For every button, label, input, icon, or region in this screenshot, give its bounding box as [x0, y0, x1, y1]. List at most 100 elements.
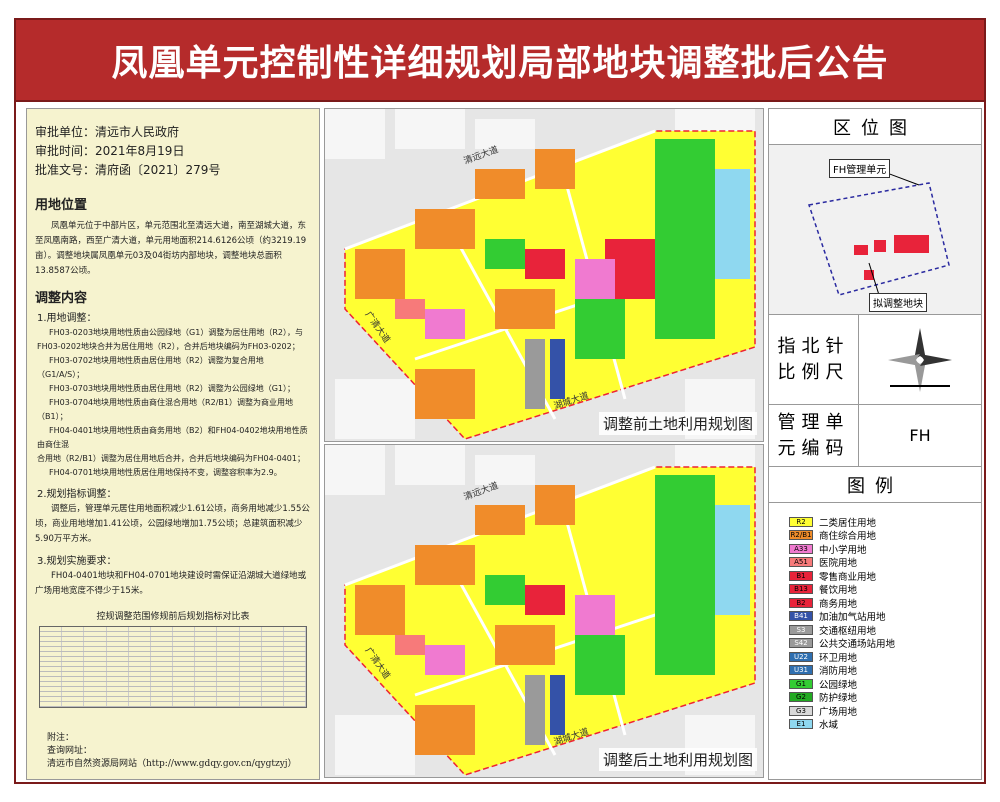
table-cell — [151, 652, 174, 656]
table-cell — [107, 642, 129, 646]
table-cell — [107, 667, 129, 671]
table-cell — [40, 652, 63, 656]
table-cell — [262, 647, 284, 651]
legend-heading: 图例 — [769, 467, 981, 503]
legend-item: R2/B1 商住综合用地 — [789, 529, 981, 543]
table-cell — [262, 682, 284, 686]
table-cell — [129, 637, 151, 641]
table-cell — [262, 657, 284, 661]
table-cell — [195, 627, 218, 631]
legend-swatch: U31 — [789, 665, 813, 676]
legend-swatch: U22 — [789, 651, 813, 662]
table-cell — [40, 647, 63, 651]
table-cell — [173, 657, 196, 661]
table-cell — [129, 627, 151, 631]
table-cell — [84, 687, 107, 691]
legend-item: E1 水域 — [789, 718, 981, 731]
table-cell — [151, 702, 174, 706]
table-cell — [173, 672, 196, 676]
table-cell — [84, 702, 107, 706]
table-cell — [62, 662, 85, 666]
legend-swatch: R2/B1 — [789, 530, 813, 541]
table-cell — [284, 682, 307, 686]
table-cell — [262, 687, 284, 691]
page-title: 凤凰单元控制性详细规划局部地块调整批后公告 — [111, 43, 889, 84]
require-text: FH04-0401地块和FH04-0701地块建设时需保证沿湖城大道绿地或广场用… — [35, 571, 307, 596]
table-cell — [284, 702, 307, 706]
table-cell — [173, 627, 196, 631]
location-label-parcel: 拟调整地块 — [869, 293, 927, 312]
table-cell — [240, 692, 262, 696]
legend-label: 防护绿地 — [819, 693, 858, 705]
legend-label: 公园绿地 — [819, 679, 858, 691]
table-cell — [40, 687, 63, 691]
table-cell — [129, 667, 151, 671]
table-cell — [151, 637, 174, 641]
adjust-item: 合用地（R2/B1）调整为居住用地后合并，合并后地块编码为FH04-0401； — [37, 454, 305, 463]
table-cell — [240, 657, 262, 661]
table-cell — [62, 677, 85, 681]
table-cell — [107, 632, 129, 636]
table-cell — [40, 637, 63, 641]
approver: 审批单位：清远市人民政府 — [35, 125, 180, 139]
table-cell — [240, 702, 262, 706]
table-cell — [240, 637, 262, 641]
legend-label: 广场用地 — [819, 706, 858, 718]
info-panel: 区位图 FH管理单元 拟调整地块 指北针 比例尺 管理单元编码 FH 图例 R2… — [768, 108, 982, 780]
legend-swatch: G2 — [789, 692, 813, 703]
table-cell — [107, 682, 129, 686]
table-cell — [284, 632, 307, 636]
location-map: FH管理单元 拟调整地块 — [769, 145, 981, 315]
table-cell — [240, 647, 262, 651]
table-cell — [195, 672, 218, 676]
table-cell — [40, 667, 63, 671]
table-cell — [107, 652, 129, 656]
table-cell — [240, 662, 262, 666]
table-cell — [107, 677, 129, 681]
legend-label: 中小学用地 — [819, 544, 867, 556]
table-cell — [107, 627, 129, 631]
table-cell — [62, 652, 85, 656]
table-cell — [62, 687, 85, 691]
table-cell — [262, 637, 284, 641]
table-cell — [284, 657, 307, 661]
adjust-item: FH03-0704地块用地性质由商住混合用地（R2/B1）调整为商业用地（B1）… — [37, 398, 293, 421]
table-cell — [129, 702, 151, 706]
table-cell — [217, 657, 240, 661]
table-cell — [129, 692, 151, 696]
map-before: 清远大道 湖城大道 广清大道 调整前土地利用规划图 — [324, 108, 764, 442]
legend-swatch: G1 — [789, 678, 813, 689]
table-cell — [107, 647, 129, 651]
table-cell — [262, 672, 284, 676]
footer-site: 清远市自然资源局网站（http://www.gdqy.gov.cn/qygtzy… — [47, 759, 297, 769]
table-cell — [173, 637, 196, 641]
table-cell — [129, 662, 151, 666]
table-cell — [262, 697, 284, 701]
table-cell — [84, 662, 107, 666]
unit-code-row: 管理单元编码 FH — [769, 405, 981, 467]
table-cell — [129, 682, 151, 686]
table-cell — [84, 672, 107, 676]
north-arrow — [859, 315, 981, 404]
comparison-table — [39, 626, 307, 708]
table-cell — [262, 632, 284, 636]
legend-label: 医院用地 — [819, 558, 858, 570]
table-cell — [173, 652, 196, 656]
table-cell — [262, 642, 284, 646]
legend-swatch: B1 — [789, 570, 813, 581]
table-cell — [62, 667, 85, 671]
table-cell — [62, 627, 85, 631]
approval-info: 审批单位：清远市人民政府 审批时间：2021年8月19日 批准文号：清府函〔20… — [27, 109, 319, 186]
legend-label: 商住综合用地 — [819, 531, 877, 543]
table-cell — [240, 642, 262, 646]
table-cell — [240, 632, 262, 636]
table-cell — [284, 637, 307, 641]
table-cell — [262, 627, 284, 631]
table-cell — [107, 692, 129, 696]
legend-item: B13 餐饮用地 — [789, 583, 981, 596]
table-cell — [62, 637, 85, 641]
legend-item: S42 公共交通场站用地 — [789, 637, 981, 650]
table-cell — [173, 667, 196, 671]
table-cell — [240, 652, 262, 656]
table-cell — [195, 662, 218, 666]
